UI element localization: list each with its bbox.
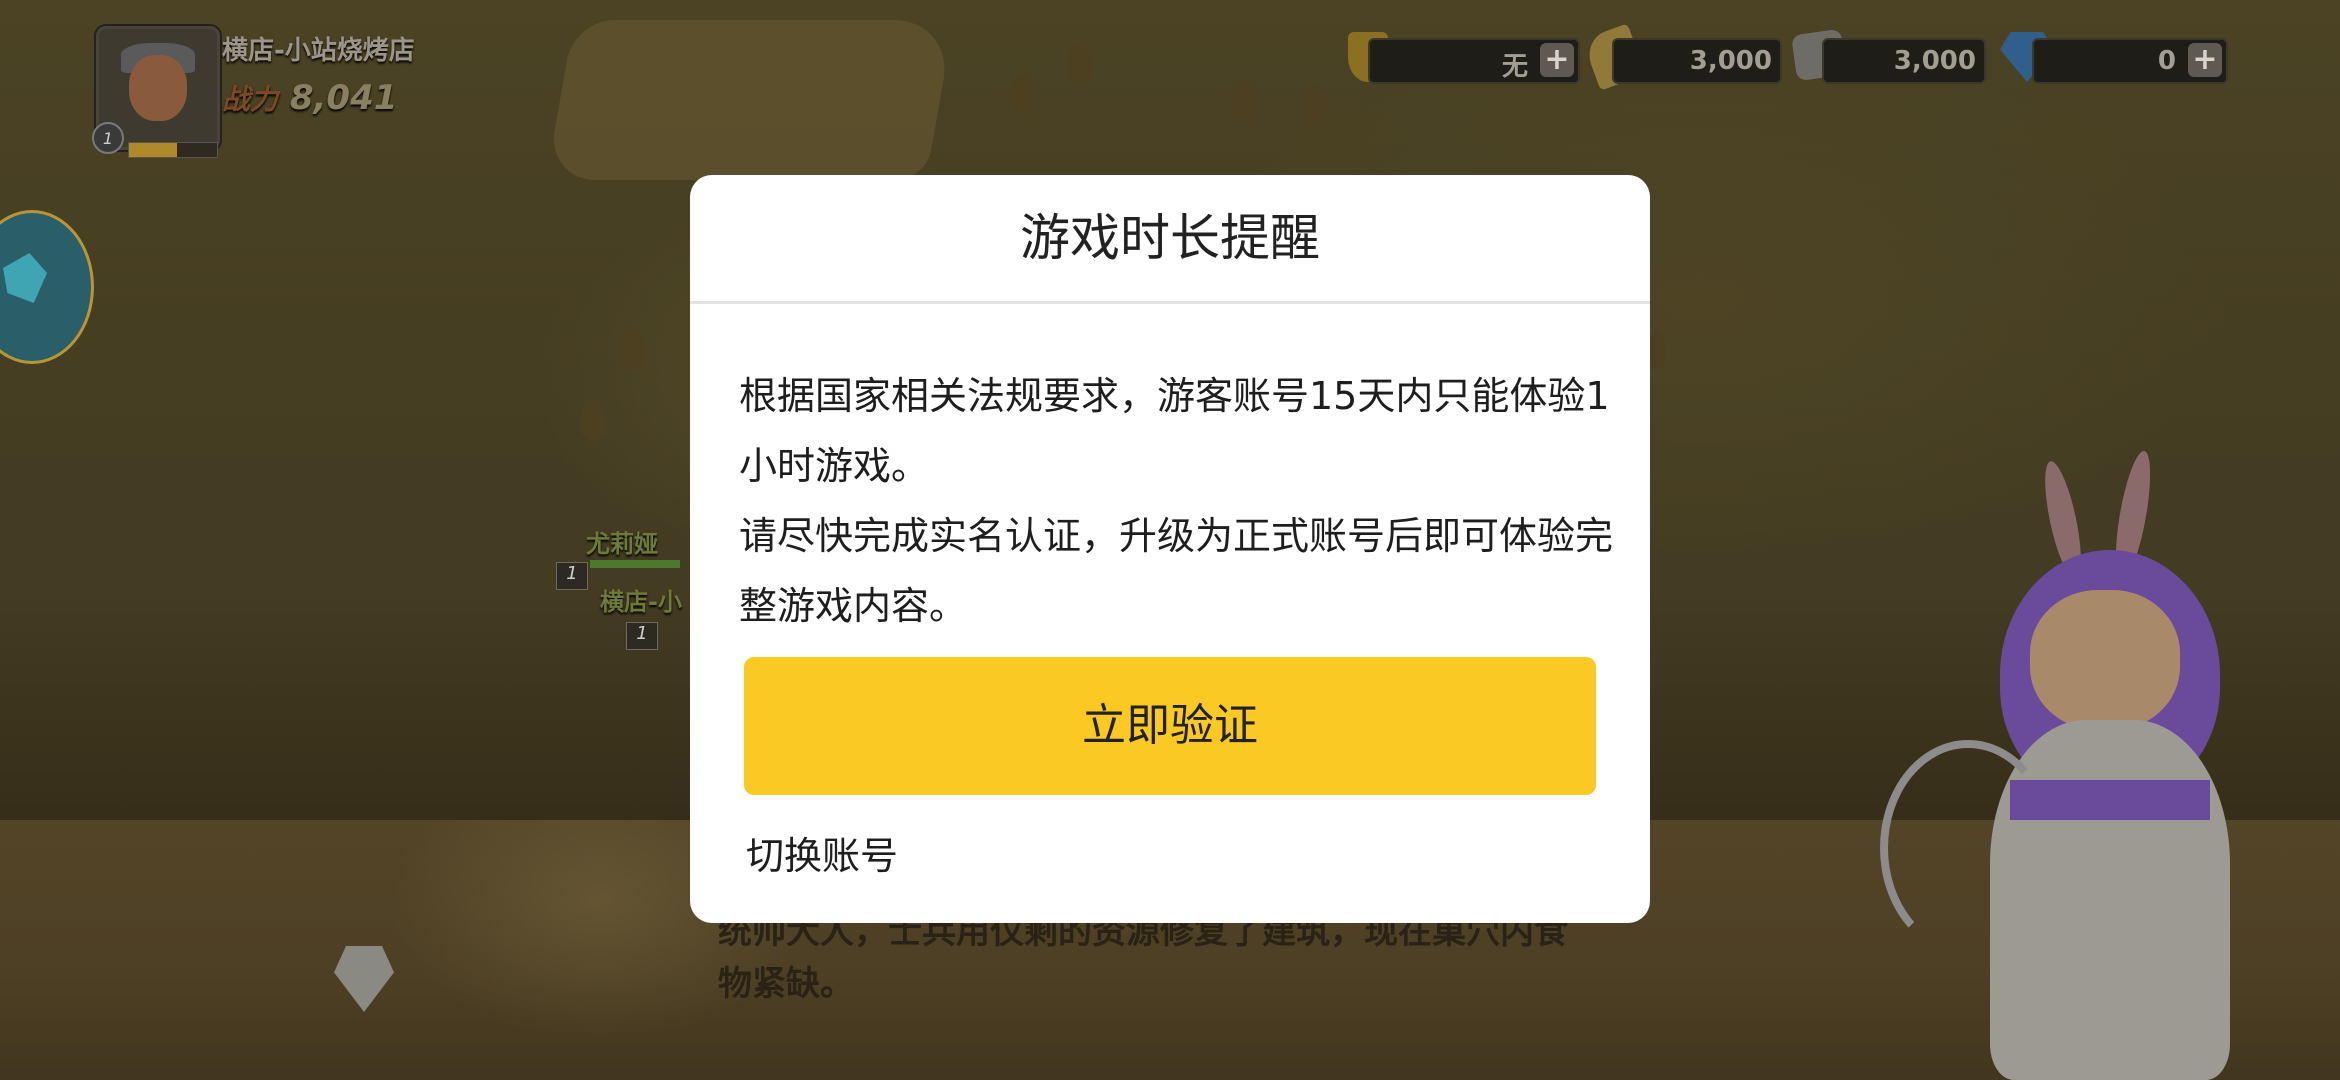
npc-level: 1 <box>626 622 658 650</box>
xp-bar <box>128 142 218 158</box>
verify-now-button[interactable]: 立即验证 <box>744 657 1596 795</box>
dialog-paragraph: 根据国家相关法规要求，游客账号15天内只能体验1小时游戏。 <box>739 374 1610 488</box>
player-name: 横店-小站烧烤店 <box>222 36 415 66</box>
resource-gem-value: 0 <box>2157 46 2176 76</box>
npc-name: 横店-小 <box>600 588 682 616</box>
combat-power-label: 战力 <box>222 83 279 116</box>
plus-icon[interactable]: + <box>2188 43 2222 77</box>
resource-shield-value: 无 <box>1501 52 1528 82</box>
playtime-reminder-dialog: 游戏时长提醒 根据国家相关法规要求，游客账号15天内只能体验1小时游戏。 请尽快… <box>690 175 1650 923</box>
npc-name: 尤莉娅 <box>586 530 658 558</box>
resource-gem: 0 + <box>2032 38 2228 84</box>
combat-power: 战力 8,041 <box>222 78 397 118</box>
plus-icon[interactable]: + <box>1540 43 1574 77</box>
hero-bow <box>1880 740 2056 956</box>
resource-stone-value: 3,000 <box>1893 46 1976 76</box>
npc-health-bar <box>590 560 680 568</box>
resource-shield: 无 + <box>1368 38 1580 84</box>
avatar-face <box>129 55 187 121</box>
hero-character <box>1880 440 2320 1080</box>
resource-food-value: 3,000 <box>1689 46 1772 76</box>
switch-account-link[interactable]: 切换账号 <box>746 825 898 880</box>
dialog-title: 游戏时长提醒 <box>1020 209 1320 267</box>
hero-face <box>2030 590 2180 730</box>
dialog-divider <box>690 301 1650 304</box>
player-level-badge: 1 <box>92 122 124 154</box>
dialog-message: 根据国家相关法规要求，游客账号15天内只能体验1小时游戏。 请尽快完成实名认证，… <box>739 361 1619 641</box>
npc-level: 1 <box>556 562 588 590</box>
combat-power-value: 8,041 <box>289 78 398 118</box>
resource-stone: 3,000 <box>1822 38 1986 84</box>
resource-food: 3,000 <box>1612 38 1782 84</box>
xp-bar-fill <box>129 143 178 157</box>
dialog-paragraph: 请尽快完成实名认证，升级为正式账号后即可体验完整游戏内容。 <box>739 514 1614 628</box>
